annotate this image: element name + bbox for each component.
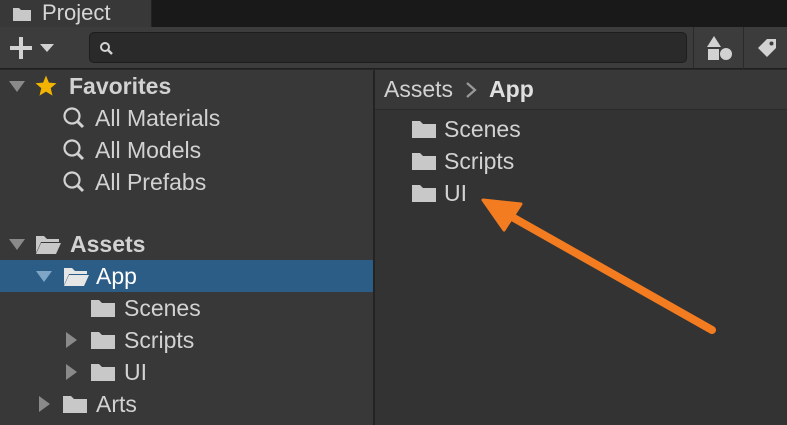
shapes-icon — [707, 36, 732, 60]
toolbar-divider — [743, 27, 744, 69]
open-folder-icon — [36, 236, 61, 254]
create-button[interactable] — [8, 33, 68, 63]
chevron-down-icon — [40, 44, 54, 52]
breadcrumb-current[interactable]: App — [489, 76, 534, 103]
tree-item-label: UI — [124, 358, 147, 385]
collapse-arrow-icon[interactable] — [64, 363, 78, 381]
tree-item-all-materials[interactable]: All Materials — [0, 102, 373, 134]
content-item-scenes[interactable]: Scenes — [411, 113, 521, 145]
search-input[interactable] — [120, 33, 670, 62]
tree-item-label: All Materials — [95, 104, 221, 131]
folder-icon — [91, 332, 115, 349]
tree-item-assets[interactable]: Assets — [0, 228, 373, 260]
content-item-label: UI — [444, 179, 467, 206]
plus-icon — [10, 37, 32, 59]
folder-icon — [91, 364, 115, 381]
search-by-label-button[interactable] — [745, 31, 787, 65]
folder-icon — [91, 300, 115, 317]
expand-arrow-icon[interactable] — [35, 269, 53, 283]
toolbar-divider — [693, 27, 694, 69]
tree-item-arts[interactable]: Arts — [0, 388, 373, 420]
folder-tree: Favorites All Materials All Models All P… — [0, 70, 373, 425]
tree-item-label: App — [96, 262, 137, 289]
tab-project[interactable]: Project — [0, 0, 152, 27]
breadcrumb-root[interactable]: Assets — [384, 76, 453, 103]
tree-item-label: Arts — [96, 390, 137, 417]
toolbar — [0, 27, 787, 69]
tree-item-scenes[interactable]: Scenes — [0, 292, 373, 324]
tab-strip: Project — [0, 0, 787, 27]
collapse-arrow-icon[interactable] — [64, 331, 78, 349]
folder-icon — [412, 121, 436, 138]
collapse-arrow-icon[interactable] — [37, 395, 51, 413]
search-icon — [63, 139, 85, 161]
content-item-label: Scenes — [444, 115, 521, 142]
tree-item-label: Scripts — [124, 326, 195, 353]
open-folder-icon — [64, 268, 89, 286]
search-field[interactable] — [89, 32, 687, 63]
search-icon — [63, 107, 85, 129]
tree-item-label: Scenes — [124, 294, 201, 321]
folder-contents: Assets App Scenes Scripts UI — [375, 70, 787, 425]
tab-title: Project — [42, 0, 111, 25]
tree-item-label: Assets — [70, 230, 146, 257]
expand-arrow-icon[interactable] — [8, 237, 26, 251]
tree-item-favorites[interactable]: Favorites — [0, 70, 373, 102]
folder-icon — [13, 7, 31, 21]
tag-icon — [758, 39, 776, 57]
content-item-label: Scripts — [444, 147, 515, 174]
search-icon — [63, 171, 85, 193]
folder-icon — [412, 153, 436, 170]
tree-item-label: All Models — [95, 136, 202, 163]
search-icon — [100, 42, 113, 55]
tree-item-label: Favorites — [69, 72, 172, 99]
tree-item-app[interactable]: App — [0, 260, 373, 292]
chevron-right-icon — [465, 81, 477, 99]
content-item-scripts[interactable]: Scripts — [411, 145, 514, 177]
breadcrumb: Assets App — [375, 70, 787, 110]
folder-icon — [412, 185, 436, 202]
tree-item-label: All Prefabs — [95, 168, 207, 195]
tree-item-scripts[interactable]: Scripts — [0, 324, 373, 356]
tree-item-all-prefabs[interactable]: All Prefabs — [0, 166, 373, 198]
expand-arrow-icon[interactable] — [8, 79, 26, 93]
tree-item-ui[interactable]: UI — [0, 356, 373, 388]
star-icon — [35, 75, 57, 96]
content-item-ui[interactable]: UI — [411, 177, 467, 209]
folder-icon — [63, 396, 87, 413]
tree-item-all-models[interactable]: All Models — [0, 134, 373, 166]
search-by-type-button[interactable] — [697, 31, 741, 65]
